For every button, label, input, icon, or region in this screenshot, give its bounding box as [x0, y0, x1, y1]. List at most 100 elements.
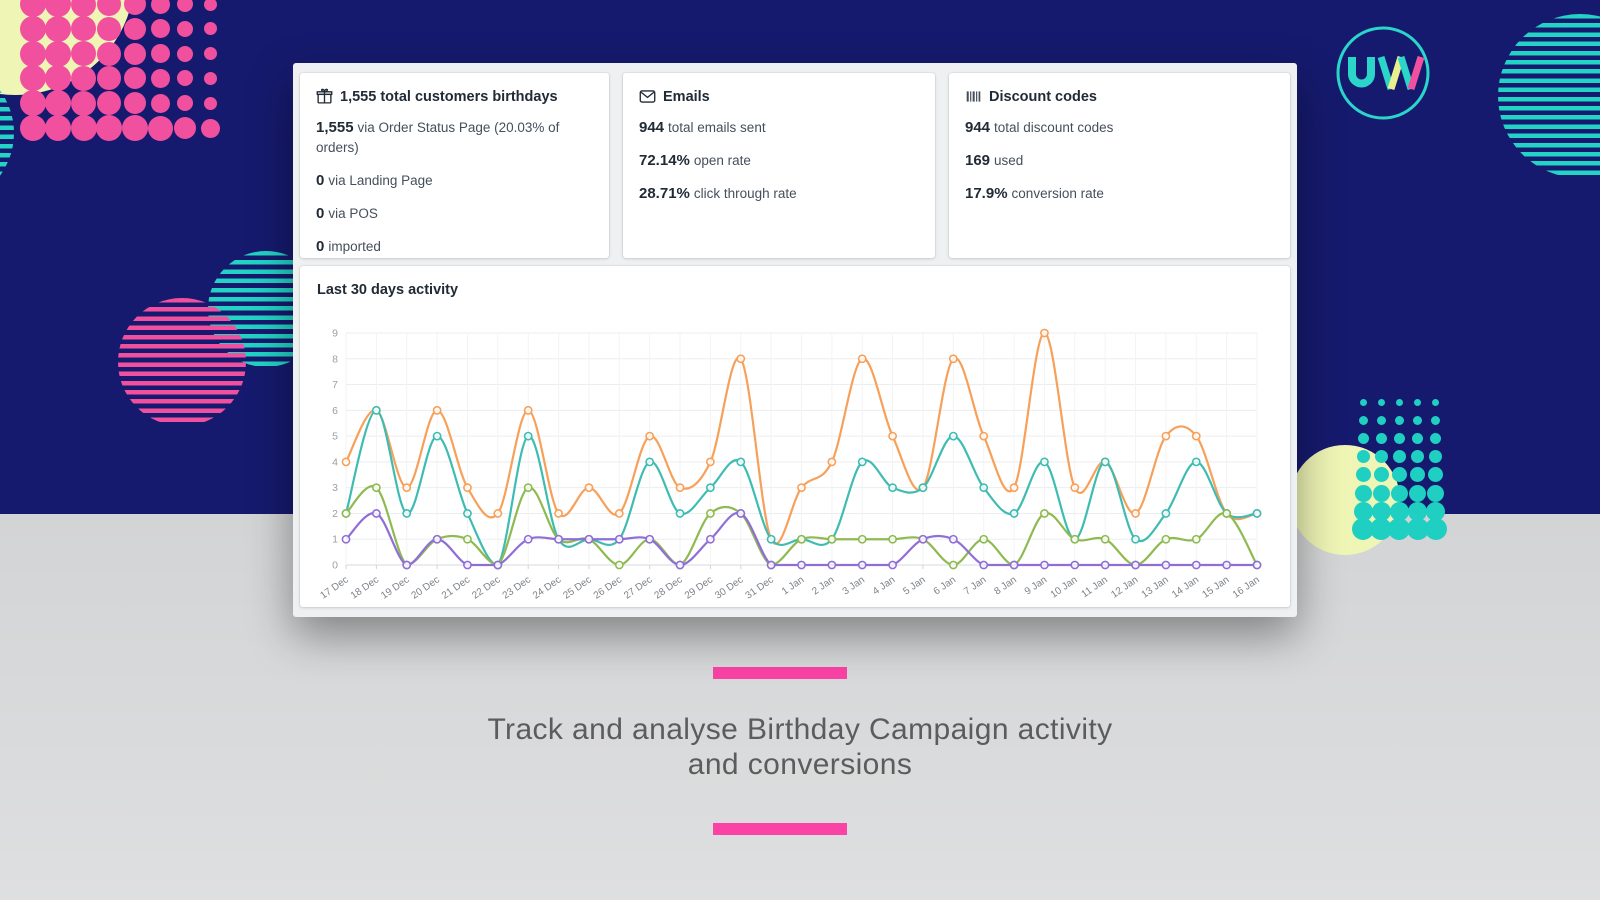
data-point-marker[interactable] — [980, 433, 987, 440]
data-point-marker[interactable] — [464, 510, 471, 517]
data-point-marker[interactable] — [828, 536, 835, 543]
data-point-marker[interactable] — [373, 510, 380, 517]
data-point-marker[interactable] — [434, 536, 441, 543]
data-point-marker[interactable] — [889, 433, 896, 440]
data-point-marker[interactable] — [676, 510, 683, 517]
data-point-marker[interactable] — [616, 561, 623, 568]
data-point-marker[interactable] — [1223, 510, 1230, 517]
data-point-marker[interactable] — [919, 536, 926, 543]
data-point-marker[interactable] — [1132, 536, 1139, 543]
data-point-marker[interactable] — [676, 484, 683, 491]
data-point-marker[interactable] — [616, 536, 623, 543]
data-point-marker[interactable] — [707, 510, 714, 517]
data-point-marker[interactable] — [525, 407, 532, 414]
y-axis-tick-label: 1 — [332, 534, 338, 546]
data-point-marker[interactable] — [859, 561, 866, 568]
data-point-marker[interactable] — [707, 484, 714, 491]
data-point-marker[interactable] — [464, 561, 471, 568]
data-point-marker[interactable] — [1102, 561, 1109, 568]
data-point-marker[interactable] — [1162, 536, 1169, 543]
data-point-marker[interactable] — [828, 458, 835, 465]
data-point-marker[interactable] — [403, 510, 410, 517]
data-point-marker[interactable] — [464, 484, 471, 491]
data-point-marker[interactable] — [1071, 561, 1078, 568]
data-point-marker[interactable] — [1071, 536, 1078, 543]
data-point-marker[interactable] — [525, 536, 532, 543]
data-point-marker[interactable] — [950, 561, 957, 568]
last-30-days-activity-chart[interactable]: 012345678917 Dec18 Dec19 Dec20 Dec21 Dec… — [300, 308, 1290, 604]
data-point-marker[interactable] — [434, 433, 441, 440]
data-point-marker[interactable] — [646, 458, 653, 465]
data-point-marker[interactable] — [555, 536, 562, 543]
data-point-marker[interactable] — [768, 561, 775, 568]
data-point-marker[interactable] — [525, 433, 532, 440]
data-point-marker[interactable] — [859, 355, 866, 362]
data-point-marker[interactable] — [1041, 510, 1048, 517]
data-point-marker[interactable] — [1010, 484, 1017, 491]
data-point-marker[interactable] — [403, 484, 410, 491]
data-point-marker[interactable] — [950, 433, 957, 440]
data-point-marker[interactable] — [1071, 484, 1078, 491]
data-point-marker[interactable] — [1132, 510, 1139, 517]
x-axis-tick-label: 31 Dec — [744, 574, 776, 601]
data-point-marker[interactable] — [342, 536, 349, 543]
data-point-marker[interactable] — [768, 536, 775, 543]
x-axis-tick-label: 7 Jan — [962, 574, 988, 597]
data-point-marker[interactable] — [525, 484, 532, 491]
data-point-marker[interactable] — [980, 484, 987, 491]
data-point-marker[interactable] — [950, 355, 957, 362]
data-point-marker[interactable] — [1162, 433, 1169, 440]
data-point-marker[interactable] — [464, 536, 471, 543]
data-point-marker[interactable] — [859, 536, 866, 543]
data-point-marker[interactable] — [585, 484, 592, 491]
data-point-marker[interactable] — [1010, 510, 1017, 517]
data-point-marker[interactable] — [980, 536, 987, 543]
data-point-marker[interactable] — [889, 561, 896, 568]
data-point-marker[interactable] — [919, 484, 926, 491]
data-point-marker[interactable] — [342, 510, 349, 517]
data-point-marker[interactable] — [1041, 458, 1048, 465]
data-point-marker[interactable] — [373, 407, 380, 414]
data-point-marker[interactable] — [1132, 561, 1139, 568]
data-point-marker[interactable] — [859, 458, 866, 465]
data-point-marker[interactable] — [403, 561, 410, 568]
data-point-marker[interactable] — [1253, 510, 1260, 517]
data-point-marker[interactable] — [676, 561, 683, 568]
data-point-marker[interactable] — [373, 484, 380, 491]
data-point-marker[interactable] — [980, 561, 987, 568]
data-point-marker[interactable] — [1041, 329, 1048, 336]
data-point-marker[interactable] — [1102, 458, 1109, 465]
data-point-marker[interactable] — [798, 484, 805, 491]
data-point-marker[interactable] — [950, 536, 957, 543]
data-point-marker[interactable] — [494, 561, 501, 568]
data-point-marker[interactable] — [342, 458, 349, 465]
data-point-marker[interactable] — [889, 484, 896, 491]
data-point-marker[interactable] — [798, 561, 805, 568]
data-point-marker[interactable] — [1010, 561, 1017, 568]
data-point-marker[interactable] — [494, 510, 501, 517]
data-point-marker[interactable] — [707, 458, 714, 465]
data-point-marker[interactable] — [737, 355, 744, 362]
data-point-marker[interactable] — [889, 536, 896, 543]
data-point-marker[interactable] — [737, 458, 744, 465]
data-point-marker[interactable] — [828, 561, 835, 568]
data-point-marker[interactable] — [1193, 458, 1200, 465]
data-point-marker[interactable] — [434, 407, 441, 414]
data-point-marker[interactable] — [707, 536, 714, 543]
data-point-marker[interactable] — [737, 510, 744, 517]
data-point-marker[interactable] — [646, 536, 653, 543]
data-point-marker[interactable] — [555, 510, 562, 517]
data-point-marker[interactable] — [1253, 561, 1260, 568]
data-point-marker[interactable] — [646, 433, 653, 440]
data-point-marker[interactable] — [1162, 510, 1169, 517]
data-point-marker[interactable] — [1193, 433, 1200, 440]
data-point-marker[interactable] — [1223, 561, 1230, 568]
data-point-marker[interactable] — [1193, 536, 1200, 543]
data-point-marker[interactable] — [585, 536, 592, 543]
data-point-marker[interactable] — [616, 510, 623, 517]
data-point-marker[interactable] — [798, 536, 805, 543]
data-point-marker[interactable] — [1102, 536, 1109, 543]
data-point-marker[interactable] — [1193, 561, 1200, 568]
data-point-marker[interactable] — [1041, 561, 1048, 568]
data-point-marker[interactable] — [1162, 561, 1169, 568]
